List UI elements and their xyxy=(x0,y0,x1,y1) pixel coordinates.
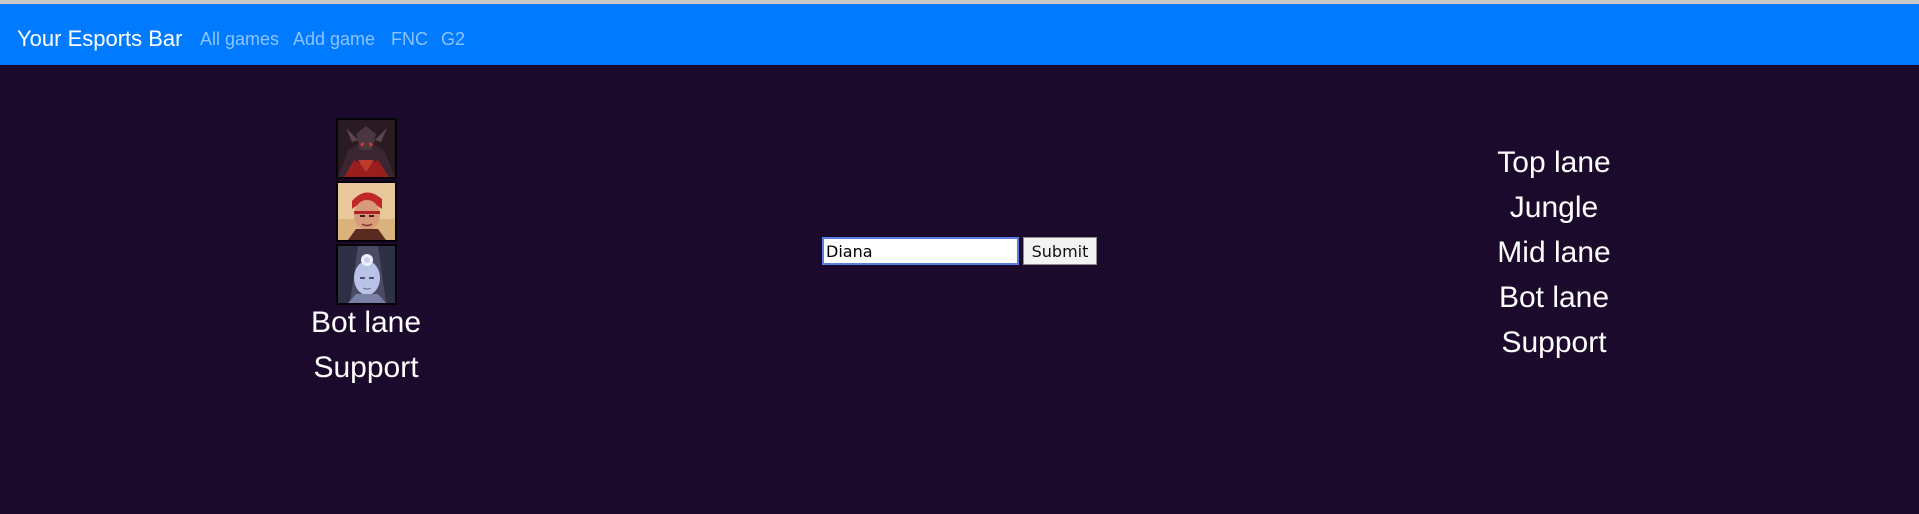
assigned-role-support: Support xyxy=(313,351,419,384)
nav-link-all-games[interactable]: All games xyxy=(200,27,279,51)
nav-link-add-game[interactable]: Add game xyxy=(293,27,375,51)
moon-champion-portrait[interactable] xyxy=(336,244,397,305)
role-top-lane[interactable]: Top lane xyxy=(1454,140,1654,185)
submit-button[interactable]: Submit xyxy=(1023,237,1097,265)
nav-link-fnc[interactable]: FNC xyxy=(391,27,428,51)
red-haired-champion-image xyxy=(338,183,395,240)
dark-armored-champion-image xyxy=(338,120,395,177)
brand-link[interactable]: Your Esports Bar xyxy=(17,25,183,53)
navbar: Your Esports Bar All games Add game FNC … xyxy=(0,4,1919,65)
role-support[interactable]: Support xyxy=(1454,320,1654,365)
selected-champions-column xyxy=(336,118,397,307)
assigned-role-bot-lane: Bot lane xyxy=(310,306,422,339)
role-list: Top lane Jungle Mid lane Bot lane Suppor… xyxy=(1454,140,1654,365)
moon-champion-image xyxy=(338,246,395,303)
role-jungle[interactable]: Jungle xyxy=(1454,185,1654,230)
main-content: Bot lane Support Submit Top lane Jungle … xyxy=(0,65,1919,514)
red-haired-champion-portrait[interactable] xyxy=(336,181,397,242)
nav-link-g2[interactable]: G2 xyxy=(441,27,465,51)
champion-search-input[interactable] xyxy=(822,237,1019,265)
role-mid-lane[interactable]: Mid lane xyxy=(1454,230,1654,275)
role-bot-lane[interactable]: Bot lane xyxy=(1454,275,1654,320)
dark-armored-champion-portrait[interactable] xyxy=(336,118,397,179)
